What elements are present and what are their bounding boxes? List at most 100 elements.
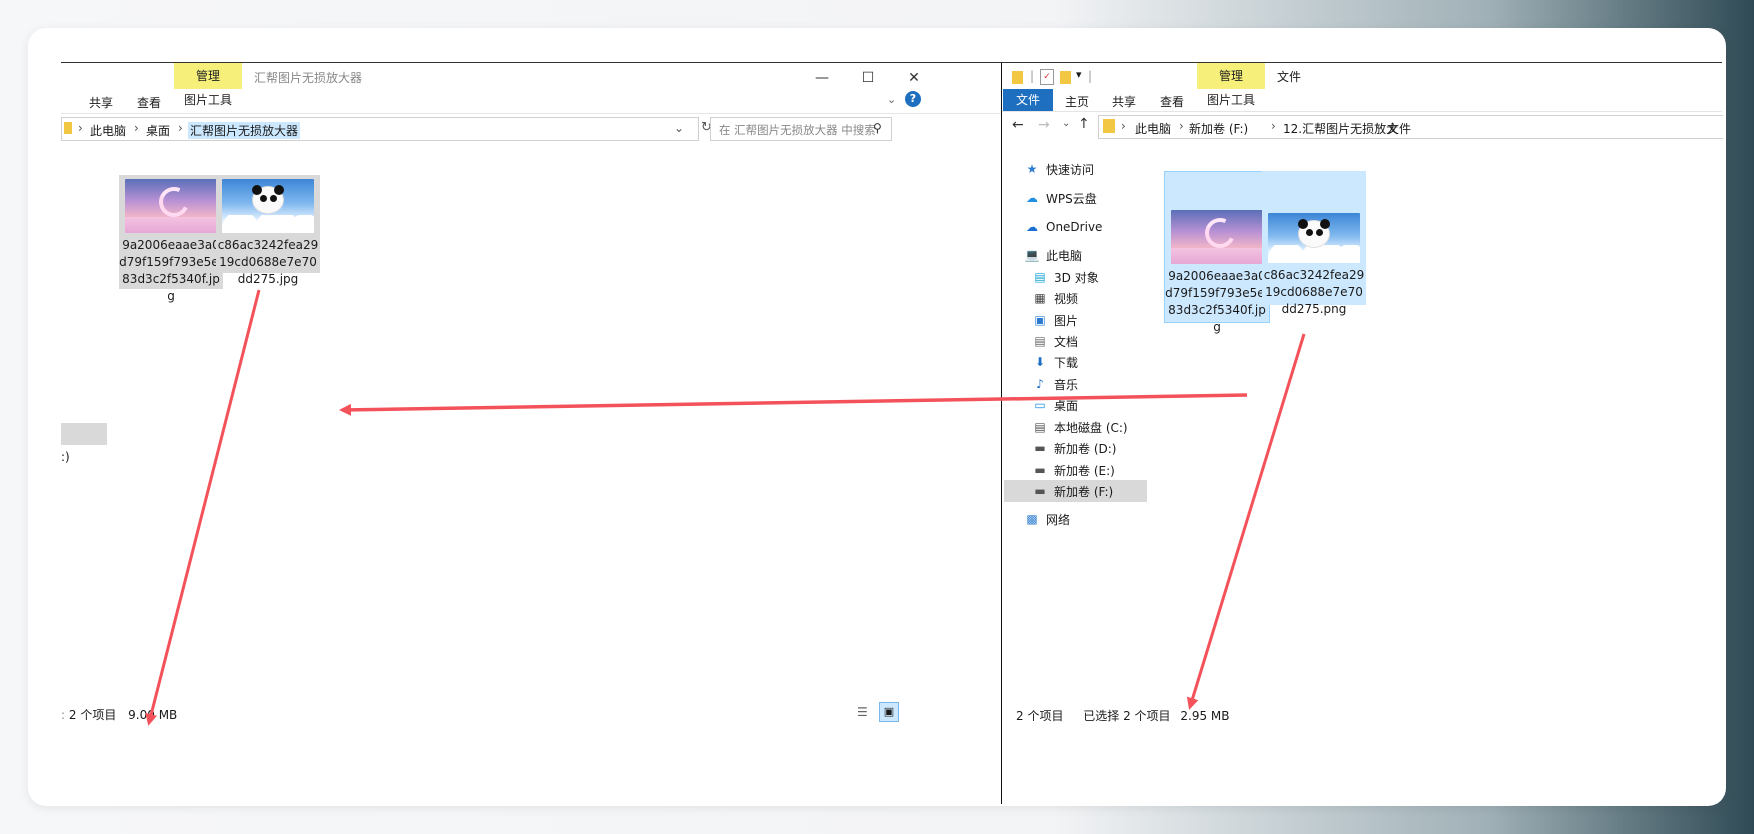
breadcrumb-current-folder[interactable]: 文件 [1387, 120, 1411, 137]
breadcrumb-drive-f[interactable]: 新加卷 (F:) [1189, 120, 1248, 137]
nav-pictures[interactable]: ▣ 图片 [1032, 309, 1078, 331]
minimize-icon: — [815, 70, 829, 86]
nav-drive-c[interactable]: ▤ 本地磁盘 (C:) [1032, 416, 1127, 438]
star-icon: ★ [1026, 162, 1038, 176]
tab-picture-tools[interactable]: 图片工具 [174, 89, 242, 111]
help-icon[interactable]: ? [905, 91, 921, 107]
chevron-right-icon: › [134, 121, 139, 135]
nav-item-fragment[interactable]: :) [61, 450, 70, 464]
nav-network[interactable]: ▩ 网络 [1024, 508, 1070, 530]
window-title: 汇帮图片无损放大器 [254, 71, 363, 85]
tab-view[interactable]: 查看 [1160, 93, 1184, 110]
search-icon: ⚲ [873, 121, 882, 135]
up-arrow-icon[interactable]: ↑ [1078, 116, 1090, 132]
file-item-moon[interactable]: 9a2006eaae3a0d79f159f793e5ef83d3c2f5340f… [119, 175, 223, 303]
customize-toolbar-icon[interactable]: ▾ [1076, 68, 1082, 81]
onedrive-icon: ☁ [1026, 220, 1038, 234]
address-bar[interactable]: › 此电脑 › 桌面 › 汇帮图片无损放大器 ⌄ [61, 117, 699, 141]
nav-downloads[interactable]: ⬇ 下载 [1032, 351, 1078, 373]
file-name: c86ac3242fea2919cd0688e7e70dd275.jpg [217, 238, 319, 286]
nav-drive-e[interactable]: ▬ 新加卷 (E:) [1032, 459, 1114, 481]
drive-icon: ▤ [1034, 420, 1046, 434]
file-item-panda[interactable]: c86ac3242fea2919cd0688e7e70dd275.png [1262, 171, 1366, 316]
address-bar[interactable]: › 此电脑 › 新加卷 (F:) › 12.汇帮图片无损放大 › 文件 [1098, 115, 1723, 139]
chevron-right-icon: › [78, 121, 83, 135]
nav-3d-objects[interactable]: ▤ 3D 对象 [1032, 266, 1098, 288]
breadcrumb-desktop[interactable]: 桌面 [146, 122, 170, 139]
nav-documents[interactable]: ▤ 文档 [1032, 330, 1078, 352]
recent-locations-icon[interactable]: ⌄ [1062, 118, 1070, 129]
nav-drive-d[interactable]: ▬ 新加卷 (D:) [1032, 437, 1116, 459]
nav-onedrive[interactable]: ☁ OneDrive [1024, 216, 1102, 238]
minimize-button[interactable]: — [799, 63, 845, 93]
download-icon: ⬇ [1034, 355, 1046, 369]
search-placeholder: 在 汇帮图片无损放大器 中搜索 [719, 123, 876, 137]
nav-drive-f[interactable]: ▬ 新加卷 (F:) [1032, 480, 1113, 502]
drive-icon: ▬ [1034, 484, 1046, 498]
video-icon: ▦ [1034, 291, 1046, 305]
tab-view[interactable]: 查看 [137, 94, 161, 111]
close-button[interactable]: ✕ [891, 63, 937, 93]
breadcrumb-current-folder[interactable]: 汇帮图片无损放大器 [188, 122, 301, 139]
search-box[interactable]: 在 汇帮图片无损放大器 中搜索 ⚲ [710, 117, 892, 141]
document-icon: ▤ [1034, 334, 1046, 348]
cube-icon: ▤ [1034, 270, 1046, 284]
toolbar-divider: | [1088, 69, 1093, 83]
breadcrumb-this-pc[interactable]: 此电脑 [90, 122, 126, 139]
file-name: 9a2006eaae3a0d79f159f793e5ef83d3c2f5340f… [1165, 269, 1269, 334]
maximize-icon: ☐ [861, 70, 875, 86]
file-name: c86ac3242fea2919cd0688e7e70dd275.png [1263, 268, 1365, 316]
breadcrumb-this-pc[interactable]: 此电脑 [1135, 120, 1171, 137]
details-view-icon[interactable]: ☰ [857, 705, 868, 719]
properties-icon[interactable]: ✓ [1040, 69, 1054, 85]
chevron-right-icon: › [1121, 119, 1126, 133]
drive-icon: ▬ [1034, 441, 1046, 455]
new-folder-icon[interactable] [1060, 71, 1071, 84]
tab-picture-tools[interactable]: 图片工具 [1197, 89, 1265, 111]
file-item-panda[interactable]: c86ac3242fea2919cd0688e7e70dd275.jpg [216, 175, 320, 286]
drive-icon: ▬ [1034, 463, 1046, 477]
chevron-right-icon: › [1375, 119, 1380, 133]
network-icon: ▩ [1026, 512, 1038, 526]
status-bar: 2 个项目 已选择 2 个项目 2.95 MB [1016, 707, 1230, 724]
nav-music[interactable]: ♪ 音乐 [1032, 373, 1078, 395]
desktop-icon: ▭ [1034, 398, 1046, 412]
cloud-icon: ☁ [1026, 191, 1038, 205]
nav-wps-cloud[interactable]: ☁ WPS云盘 [1024, 187, 1097, 209]
nav-this-pc[interactable]: 💻 此电脑 [1024, 244, 1083, 266]
tab-file[interactable]: 文件 [1003, 89, 1053, 111]
chevron-right-icon: › [1271, 119, 1276, 133]
chevron-right-icon: › [178, 121, 183, 135]
left-explorer-window: 管理 汇帮图片无损放大器 — ☐ ✕ 共享 查看 图片工具 ⌄ ? › 此电脑 … [61, 62, 1030, 804]
image-thumbnail [1171, 210, 1263, 264]
status-count: 2 个项目 [1016, 709, 1064, 723]
nav-item-selected-fragment[interactable] [61, 423, 107, 445]
music-icon: ♪ [1036, 377, 1044, 391]
nav-desktop[interactable]: ▭ 桌面 [1032, 394, 1078, 416]
maximize-button[interactable]: ☐ [845, 63, 891, 93]
file-item-moon[interactable]: 9a2006eaae3a0d79f159f793e5ef83d3c2f5340f… [1164, 171, 1270, 334]
nav-videos[interactable]: ▦ 视频 [1032, 287, 1078, 309]
window-title: 文件 [1277, 70, 1302, 84]
back-arrow-icon[interactable]: ← [1012, 117, 1024, 133]
toolbar-divider: | [1030, 69, 1035, 83]
forward-arrow-icon[interactable]: → [1038, 117, 1050, 133]
chevron-down-icon[interactable]: ⌄ [674, 121, 684, 135]
tab-share[interactable]: 共享 [1112, 93, 1136, 110]
image-thumbnail [222, 179, 314, 233]
large-icons-view-icon[interactable]: ▣ [879, 702, 899, 722]
folder-icon [64, 122, 72, 134]
screenshot-card: 管理 汇帮图片无损放大器 — ☐ ✕ 共享 查看 图片工具 ⌄ ? › 此电脑 … [28, 28, 1726, 806]
image-thumbnail [1268, 213, 1360, 263]
nav-quick-access[interactable]: ★ 快速访问 [1024, 158, 1094, 180]
image-thumbnail [125, 179, 217, 233]
breadcrumb-project-folder[interactable]: 12.汇帮图片无损放大 [1283, 120, 1398, 137]
tab-home[interactable]: 主页 [1065, 93, 1089, 110]
computer-icon: 💻 [1024, 248, 1040, 262]
chevron-right-icon: › [1179, 119, 1184, 133]
ribbon-expand-icon[interactable]: ⌄ [887, 93, 896, 106]
ribbon-tab-manage[interactable]: 管理 [174, 63, 242, 89]
ribbon-tab-manage[interactable]: 管理 [1197, 63, 1265, 89]
picture-icon: ▣ [1034, 313, 1046, 327]
tab-share[interactable]: 共享 [89, 94, 113, 111]
